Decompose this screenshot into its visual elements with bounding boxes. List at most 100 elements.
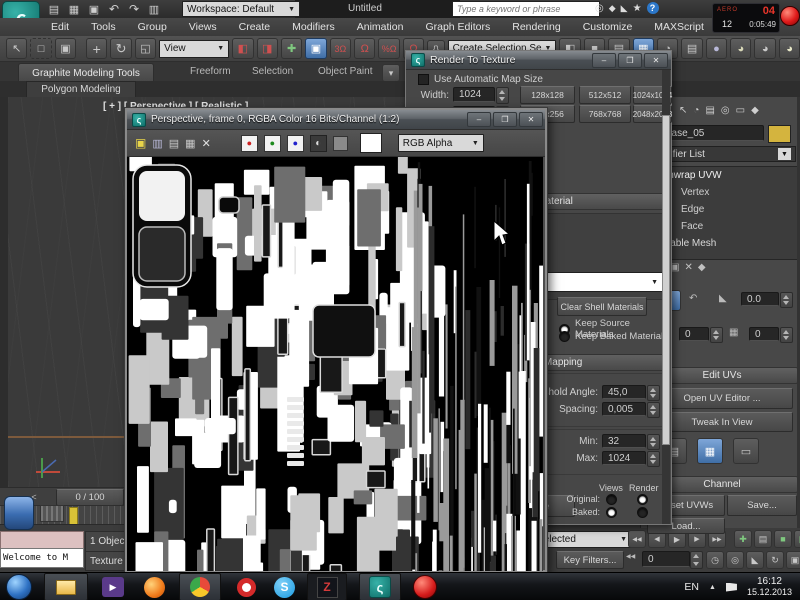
tab-polygon-modeling[interactable]: Polygon Modeling [26,81,136,98]
minimize-button[interactable]: – [467,112,491,127]
taskbar-item-explorer[interactable] [44,573,88,600]
capture-overlay-button[interactable] [4,496,34,530]
language-indicator[interactable]: EN [684,581,699,593]
menu-maxscript[interactable]: MAXScript [643,21,715,33]
menu-tools[interactable]: Tools [80,21,127,33]
preset-768-button[interactable]: 768x768 [579,105,631,123]
scale-tool-icon[interactable]: ◱ [134,38,157,59]
monochrome-toggle[interactable] [332,135,348,151]
baked-texture-image[interactable] [127,157,543,571]
menu-customize[interactable]: Customize [572,21,644,33]
menu-graph-editors[interactable]: Graph Editors [414,21,501,33]
key-mode-icon[interactable]: ✚ [734,530,752,548]
taskbar-clock[interactable]: 16:12 15.12.2013 [747,576,792,598]
menu-modifiers[interactable]: Modifiers [281,21,346,33]
snaps-3d-icon[interactable]: 3Ω [329,38,352,59]
min-spinner[interactable] [647,434,660,450]
pelt-map-icon[interactable]: ▦ [697,438,723,464]
shrink-spinner[interactable] [780,327,793,343]
prev-key-icon[interactable]: ◀◀ [626,553,635,560]
window-crossing-icon[interactable]: ▣ [54,38,77,59]
utilities-tab-icon[interactable]: ◆ [751,105,759,116]
rfw-titlebar[interactable]: ς Perspective, frame 0, RGBA Color 16 Bi… [127,110,545,130]
modify-tab-icon[interactable]: ◔ [693,105,699,116]
keyboard-override-icon[interactable] [40,505,64,522]
tools-icon[interactable]: ◆ [609,3,616,14]
grid-select-icon[interactable]: ▦ [729,327,738,338]
firefox-icon[interactable] [144,576,165,598]
open-uv-editor-button[interactable]: Open UV Editor ... [651,388,793,409]
orbit-icon[interactable]: ↻ [766,551,784,569]
object-color-swatch[interactable] [768,125,791,143]
search-input[interactable] [452,1,600,17]
baked-views-radio[interactable] [606,507,617,518]
grow-spinner[interactable] [710,327,723,343]
width-field[interactable]: 1024 [453,87,495,102]
maximize-viewport-icon[interactable]: ▣ [786,551,800,569]
time-slider-handle[interactable]: 0 / 100 [56,489,124,506]
maximize-button[interactable]: ❐ [618,52,642,68]
save-file-icon[interactable]: ▣ [86,3,102,16]
close-button[interactable]: ✕ [644,52,668,68]
tab-selection[interactable]: Selection [252,66,293,77]
remove-modifier-icon[interactable]: ✕ [685,262,693,273]
background-color-swatch[interactable] [359,133,382,153]
falloff-field[interactable]: 0.0 [741,292,779,306]
help-icon[interactable]: ? [646,2,659,14]
alpha-channel-toggle[interactable]: ◐ [309,134,327,152]
print-image-icon[interactable]: ▦ [185,137,195,150]
clear-image-icon[interactable]: ✕ [202,137,211,150]
render-setup-icon[interactable]: ◕ [730,38,752,59]
auto-key-icon[interactable]: ■ [774,530,792,548]
tweak-in-view-button[interactable]: Tweak In View [651,412,793,432]
rotate-tool-icon[interactable]: ↻ [110,38,132,59]
width-spinner[interactable] [496,87,509,104]
clear-shell-materials-button[interactable]: Clear Shell Materials [557,297,647,316]
rtt-titlebar[interactable]: ς Render To Texture – ❐ ✕ [406,51,671,70]
skype-icon[interactable]: S [274,576,295,598]
shrink-field[interactable]: 0 [749,327,779,341]
tray-expand-icon[interactable]: ▲ [709,584,716,591]
spacing-field[interactable]: 0,005 [602,402,646,416]
render-production-icon[interactable]: ◕ [778,38,800,59]
blue-channel-toggle[interactable]: ● [286,134,304,152]
zoom-extents-icon[interactable]: ◎ [726,551,744,569]
favorites-icon[interactable]: ★ [633,3,642,14]
menu-edit[interactable]: Edit [40,21,80,33]
menu-views[interactable]: Views [178,21,228,33]
preset-512-button[interactable]: 512x512 [579,86,631,104]
undo-icon[interactable]: ↶ [106,2,122,16]
close-button[interactable]: ✕ [519,112,543,127]
set-key-icon[interactable]: ▣ [794,530,800,548]
rtt-scrollbar-thumb[interactable] [662,115,670,445]
falloff-icon[interactable]: ◣ [719,293,727,304]
menu-animation[interactable]: Animation [346,21,415,33]
keep-baked-radio[interactable] [559,331,570,342]
record-app-icon[interactable] [413,575,437,599]
save-uvws-button[interactable]: Save... [727,495,797,516]
create-tab-icon[interactable]: ↖ [679,105,687,116]
opera-icon[interactable] [237,577,256,597]
max-spinner[interactable] [647,451,660,467]
taskbar-item-3dsmax[interactable]: ς [359,573,401,600]
box-map-icon[interactable]: ▭ [733,438,759,464]
start-button[interactable] [6,574,32,600]
max-field[interactable]: 1024 [602,451,646,465]
search-icon[interactable]: ◎ [595,3,604,14]
threshold-spinner[interactable] [647,385,660,401]
open-file-icon[interactable]: ▦ [66,3,82,16]
motion-tab-icon[interactable]: ◎ [721,105,730,116]
copy-image-icon[interactable]: ▥ [152,137,162,150]
threshold-angle-field[interactable]: 45,0 [602,385,646,399]
time-config-icon[interactable]: ◷ [706,551,724,569]
material-editor-icon[interactable]: ● [705,38,728,59]
maximize-button[interactable]: ❐ [493,112,517,127]
original-views-radio[interactable] [606,494,617,505]
percent-snap-icon[interactable]: %Ω [378,38,400,59]
goto-start-button[interactable]: ◀◀ [628,530,646,548]
minimize-button[interactable]: – [592,52,616,68]
preset-128-button[interactable]: 128x128 [520,86,575,104]
frame-spinner[interactable] [690,551,703,569]
maxscript-mini-listener[interactable]: Welcome to M [0,548,84,568]
pan-hand-icon[interactable]: ◣ [746,551,764,569]
